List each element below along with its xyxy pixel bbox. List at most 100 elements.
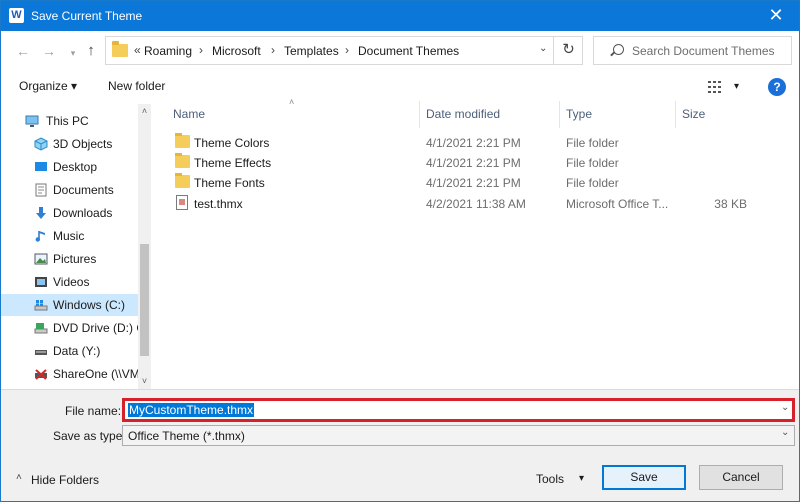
new-folder-button[interactable]: New folder bbox=[108, 79, 165, 93]
file-name-label: File name: bbox=[65, 404, 122, 418]
file-date: 4/1/2021 2:21 PM bbox=[426, 136, 521, 150]
folder-icon bbox=[112, 41, 128, 57]
pictures-icon bbox=[34, 253, 48, 265]
cancel-button[interactable]: Cancel bbox=[699, 465, 783, 490]
drive-icon bbox=[34, 300, 48, 311]
folder-icon bbox=[175, 173, 190, 188]
breadcrumb-separator[interactable]: › bbox=[271, 43, 275, 57]
sidebar-item-documents[interactable]: Documents bbox=[1, 179, 138, 201]
sidebar-item-label: Data (Y:) bbox=[53, 344, 101, 358]
pc-icon bbox=[25, 115, 39, 127]
refresh-button[interactable]: ↻ bbox=[553, 36, 583, 65]
save-theme-dialog: W Save Current Theme ✕ ← → ▾ ↑ « Roaming… bbox=[0, 0, 800, 502]
back-button[interactable]: ← bbox=[13, 40, 33, 62]
recent-locations-icon[interactable]: ▾ bbox=[63, 42, 83, 64]
scroll-up-icon[interactable]: ˄ bbox=[138, 104, 151, 118]
scrollbar-thumb[interactable] bbox=[140, 244, 149, 356]
view-options-icon[interactable] bbox=[708, 81, 725, 93]
column-divider[interactable] bbox=[419, 101, 420, 128]
title-bar: W Save Current Theme ✕ bbox=[1, 1, 799, 31]
file-name-dropdown-icon[interactable]: ⌄ bbox=[781, 402, 789, 413]
sidebar-item-label: 3D Objects bbox=[53, 137, 113, 151]
save-button[interactable]: Save bbox=[602, 465, 686, 490]
sidebar-item-videos[interactable]: Videos bbox=[1, 271, 138, 293]
sidebar-item-label: Desktop bbox=[53, 160, 98, 174]
folder-icon bbox=[175, 153, 190, 168]
save-as-type-dropdown-icon[interactable]: ⌄ bbox=[781, 427, 789, 438]
address-dropdown-icon[interactable]: ⌄ bbox=[539, 43, 547, 54]
network-share-icon bbox=[35, 369, 47, 380]
sidebar-item-music[interactable]: Music bbox=[1, 225, 138, 247]
sidebar-item-desktop[interactable]: Desktop bbox=[1, 156, 138, 178]
sidebar-item-dvd-drive[interactable]: DVD Drive (D:) C bbox=[1, 317, 138, 339]
file-type: Microsoft Office T... bbox=[566, 197, 669, 211]
file-date: 4/2/2021 11:38 AM bbox=[426, 197, 526, 211]
sidebar-scrollbar[interactable]: ˄ ˅ bbox=[138, 104, 151, 389]
tools-button[interactable]: Tools bbox=[536, 472, 564, 486]
videos-icon bbox=[35, 277, 47, 287]
sidebar-item-data-y[interactable]: Data (Y:) bbox=[1, 340, 138, 362]
window-title: Save Current Theme bbox=[31, 9, 143, 23]
breadcrumb-separator[interactable]: › bbox=[199, 43, 203, 57]
view-dropdown-icon[interactable]: ▾ bbox=[734, 81, 739, 92]
column-header-type[interactable]: Type bbox=[566, 107, 592, 121]
sidebar-item-shareone[interactable]: ShareOne (\\VM bbox=[1, 363, 138, 385]
folder-icon bbox=[175, 133, 190, 148]
sidebar-item-label: Downloads bbox=[53, 206, 113, 220]
column-divider[interactable] bbox=[559, 101, 560, 128]
navigation-pane[interactable]: This PC 3D Objects Desktop Documents Dow… bbox=[1, 104, 151, 389]
music-icon bbox=[35, 231, 45, 242]
column-divider[interactable] bbox=[675, 101, 676, 128]
file-name: Theme Effects bbox=[194, 156, 272, 170]
breadcrumb-overflow[interactable]: « bbox=[134, 43, 141, 57]
sidebar-item-label: This PC bbox=[46, 114, 89, 128]
file-type: File folder bbox=[566, 136, 619, 150]
file-name-value[interactable]: MyCustomTheme.thmx bbox=[128, 403, 255, 417]
sidebar-item-windows-c[interactable]: Windows (C:) bbox=[1, 294, 138, 316]
column-header-size[interactable]: Size bbox=[682, 107, 705, 121]
forward-button[interactable]: → bbox=[39, 40, 59, 62]
close-button[interactable]: ✕ bbox=[753, 1, 799, 31]
dvd-icon bbox=[34, 323, 48, 334]
sidebar-item-pictures[interactable]: Pictures bbox=[1, 248, 138, 270]
hide-folders-button[interactable]: Hide Folders bbox=[31, 473, 99, 487]
chevron-up-icon[interactable]: ˄ bbox=[16, 472, 22, 483]
file-date: 4/1/2021 2:21 PM bbox=[426, 176, 521, 190]
file-size: 38 KB bbox=[714, 197, 747, 211]
network-drive-icon bbox=[35, 350, 47, 355]
search-icon bbox=[613, 44, 624, 55]
tools-dropdown-icon[interactable]: ▾ bbox=[579, 473, 584, 484]
sidebar-item-label: Pictures bbox=[53, 252, 97, 266]
file-row-theme-fonts[interactable]: Theme Fonts 4/1/2021 2:21 PM File folder bbox=[163, 172, 783, 192]
help-icon[interactable]: ? bbox=[768, 78, 786, 96]
download-icon bbox=[36, 207, 46, 219]
sidebar-item-label: Documents bbox=[53, 183, 114, 197]
file-type: File folder bbox=[566, 156, 619, 170]
organize-button[interactable]: Organize ▾ bbox=[19, 79, 77, 93]
file-row-test-thmx[interactable]: test.thmx 4/2/2021 11:38 AM Microsoft Of… bbox=[163, 193, 783, 213]
up-button[interactable]: ↑ bbox=[81, 40, 101, 62]
save-as-type-label: Save as type: bbox=[53, 429, 126, 443]
file-row-theme-effects[interactable]: Theme Effects 4/1/2021 2:21 PM File fold… bbox=[163, 152, 783, 172]
search-placeholder: Search Document Themes bbox=[632, 44, 775, 58]
breadcrumb-microsoft[interactable]: Microsoft bbox=[212, 44, 261, 58]
breadcrumb-separator[interactable]: › bbox=[345, 43, 349, 57]
column-header-name[interactable]: Name bbox=[173, 107, 205, 121]
breadcrumb-roaming[interactable]: Roaming bbox=[144, 44, 192, 58]
cube-icon bbox=[34, 137, 48, 151]
sidebar-item-3d-objects[interactable]: 3D Objects bbox=[1, 133, 138, 155]
sidebar-item-this-pc[interactable]: This PC bbox=[1, 110, 138, 132]
desktop-icon bbox=[35, 162, 47, 171]
breadcrumb-document-themes[interactable]: Document Themes bbox=[358, 44, 459, 58]
scroll-down-icon[interactable]: ˅ bbox=[138, 374, 151, 388]
file-row-theme-colors[interactable]: Theme Colors 4/1/2021 2:21 PM File folde… bbox=[163, 132, 783, 152]
breadcrumb-templates[interactable]: Templates bbox=[284, 44, 339, 58]
sidebar-item-label: ShareOne (\\VM bbox=[53, 367, 138, 381]
sidebar-item-label: DVD Drive (D:) C bbox=[53, 321, 138, 335]
sidebar-item-downloads[interactable]: Downloads bbox=[1, 202, 138, 224]
column-header-date-modified[interactable]: Date modified bbox=[426, 107, 500, 121]
sidebar-item-label: Music bbox=[53, 229, 85, 243]
file-name: Theme Colors bbox=[194, 136, 270, 150]
file-name: test.thmx bbox=[194, 197, 243, 211]
address-bar[interactable]: « Roaming › Microsoft › Templates › Docu… bbox=[105, 36, 583, 65]
